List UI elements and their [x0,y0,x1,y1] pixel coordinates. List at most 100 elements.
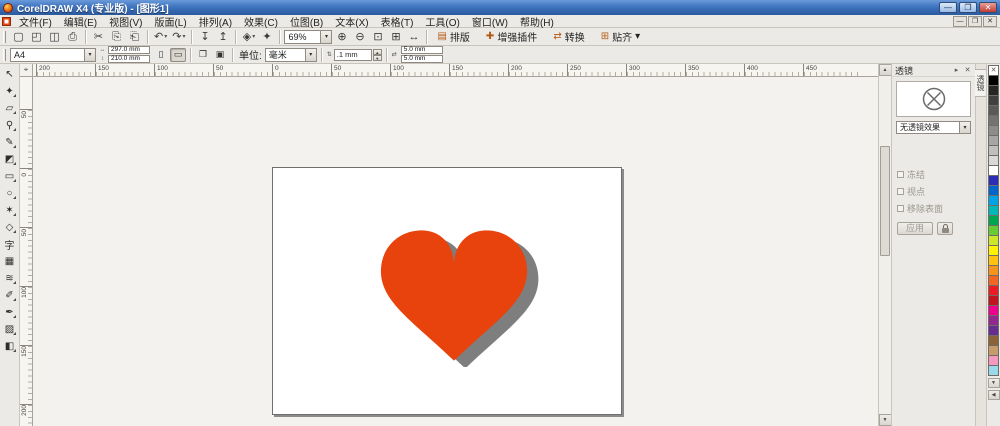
dropdown-arrow-icon[interactable]: ▾ [182,33,185,40]
fill-tool[interactable]: ▨ [1,321,18,337]
copy-button[interactable]: ⎘ [108,29,125,45]
ellipse-tool[interactable]: ○ [1,185,18,201]
blend-tool[interactable]: ≋ [1,270,18,286]
menu-item[interactable]: 视图(V) [103,14,148,29]
dropdown-arrow-icon[interactable]: ▾ [959,122,970,133]
scroll-up-icon[interactable]: ▲ [878,64,892,76]
lens-option-checkbox[interactable]: 冻结 [897,168,970,181]
zoom-out-button[interactable]: ⊖ [351,29,368,45]
checkbox-icon[interactable] [897,171,904,178]
docker-close-icon[interactable]: ✕ [963,66,972,74]
menu-item[interactable]: 表格(T) [375,14,420,29]
checkbox-icon[interactable] [897,188,904,195]
pick-tool[interactable]: ↖ [1,66,18,82]
menu-item[interactable]: 窗口(W) [466,14,514,29]
doc-close-button[interactable]: ✕ [983,15,997,27]
toolbar-handle[interactable] [3,30,6,43]
cut-button[interactable]: ✂ [90,29,107,45]
scrollbar-track[interactable] [879,76,892,414]
nudge-spinner[interactable]: ▴ ▾ [372,48,382,61]
lens-option-checkbox[interactable]: 视点 [897,185,970,198]
export-button[interactable]: ↥ [214,29,231,45]
all-pages-button[interactable]: ❐ [195,48,211,62]
application-launcher-button[interactable]: ◈ ▾ [240,29,257,45]
menu-item[interactable]: 版面(L) [148,14,192,29]
import-button[interactable]: ↧ [196,29,213,45]
maximize-button[interactable]: ❐ [959,2,977,13]
doc-minimize-button[interactable]: — [953,15,967,27]
text-tool[interactable]: 字 [1,236,18,252]
current-page-button[interactable]: ▣ [212,48,228,62]
docker-title-bar[interactable]: 透镜 ▸ ✕ [892,64,975,77]
basic-shapes-tool[interactable]: ◇ [1,219,18,235]
interactive-fill-tool[interactable]: ◧ [1,338,18,354]
scrollbar-thumb[interactable] [879,146,890,256]
outline-tool[interactable]: ✒ [1,304,18,320]
zoom-level-combo[interactable]: 69% ▾ [284,29,333,44]
vertical-scrollbar[interactable]: ▲ ▼ [878,64,892,426]
zoom-page-button[interactable]: ⊞ [387,29,404,45]
save-button[interactable]: ◫ [46,29,63,45]
zoom-in-button[interactable]: ⊕ [333,29,350,45]
lock-button[interactable] [937,222,953,235]
menu-item[interactable]: 文本(X) [329,14,374,29]
paper-height-field[interactable]: 210.0 mm [108,55,150,63]
welcome-screen-button[interactable]: ✦ [258,29,275,45]
menu-item[interactable]: 效果(C) [238,14,284,29]
undo-button[interactable]: ↶ ▾ [152,29,169,45]
typesetting-button[interactable]: ▤ 排版 [431,29,478,45]
menu-item[interactable]: 排列(A) [193,14,238,29]
dropdown-arrow-icon[interactable]: ▾ [252,33,255,40]
units-combo[interactable]: 毫米 ▾ [264,47,317,62]
paper-type-combo[interactable]: A4 ▾ [10,47,96,62]
drawing-canvas[interactable] [33,77,878,426]
document-icon[interactable] [2,16,11,26]
landscape-button[interactable]: ▭ [170,47,186,62]
vertical-ruler[interactable]: 50 0 50 100 150 200 [20,77,33,426]
toolbar-handle[interactable] [3,48,6,61]
heart-shape[interactable] [367,220,541,368]
palette-flyout-icon[interactable]: ◀ [987,390,1000,400]
duplicate-y-field[interactable]: 5.0 mm [400,55,443,63]
table-tool[interactable]: ▦ [1,253,18,269]
zoom-width-button[interactable]: ↔ [405,29,422,45]
shape-tool[interactable]: ✦ [1,83,18,99]
zoom-tool[interactable]: ⚲ [1,117,18,133]
spin-down-icon[interactable]: ▾ [372,54,382,61]
crop-tool[interactable]: ▱ [1,100,18,116]
lens-option-checkbox[interactable]: 移除表面 [897,202,970,215]
dropdown-arrow-icon[interactable]: ▾ [164,33,167,40]
menu-item[interactable]: 编辑(E) [58,14,103,29]
menu-item[interactable]: 工具(O) [419,14,465,29]
rectangle-tool[interactable]: ▭ [1,168,18,184]
snap-button[interactable]: ⊞ 贴齐 ▾ [595,29,646,45]
paste-button[interactable]: ⎗ [126,29,143,45]
ruler-origin-button[interactable]: ⌖ [20,64,33,77]
dropdown-arrow-icon[interactable]: ▾ [304,48,316,61]
lens-effect-select[interactable]: 无透镜效果 ▾ [896,121,971,134]
scroll-down-icon[interactable]: ▼ [878,414,892,426]
convert-button[interactable]: ⇄ 转换 [547,29,593,45]
open-button[interactable]: ◰ [28,29,45,45]
palette-scroll-down-icon[interactable]: ▼ [987,378,1000,388]
close-button[interactable]: ✕ [979,2,997,13]
menu-item[interactable]: 位图(B) [284,14,329,29]
color-swatch[interactable] [988,365,999,376]
enhanced-plugins-button[interactable]: ✚ 增强插件 [480,29,546,45]
dropdown-arrow-icon[interactable]: ▾ [84,48,95,61]
freehand-tool[interactable]: ✎ [1,134,18,150]
doc-restore-button[interactable]: ❐ [968,15,982,27]
nudge-offset-field[interactable]: .1 mm [333,48,372,61]
eyedropper-tool[interactable]: ✐ [1,287,18,303]
checkbox-icon[interactable] [897,205,904,212]
portrait-button[interactable]: ▯ [153,48,169,62]
new-document-button[interactable]: ▢ [10,29,27,45]
print-button[interactable]: ⎙ [64,29,81,45]
paper-width-field[interactable]: 297.0 mm [108,46,150,54]
smart-fill-tool[interactable]: ◩ [1,151,18,167]
horizontal-ruler[interactable]: 200 150 100 50 0 50 100 150 200 250 300 350 400 450 [33,64,878,77]
minimize-button[interactable]: — [939,2,957,13]
zoom-selected-button[interactable]: ⊡ [369,29,386,45]
apply-button[interactable]: 应用 [897,222,933,235]
dropdown-arrow-icon[interactable]: ▾ [320,30,332,43]
